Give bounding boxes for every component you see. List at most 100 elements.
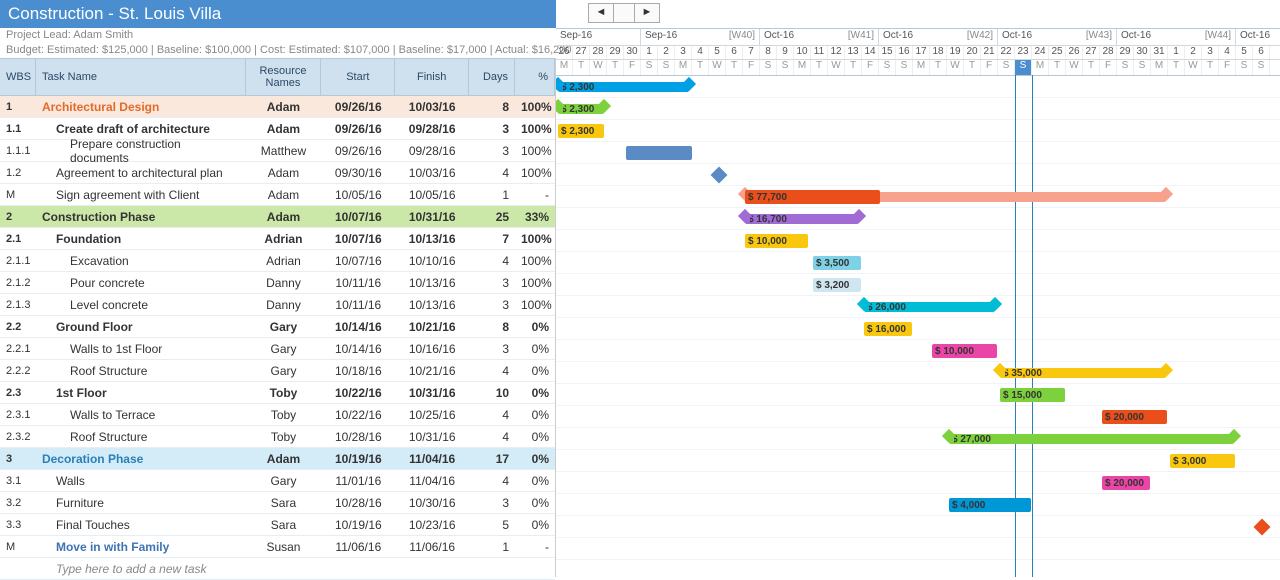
table-row[interactable]: MSign agreement with ClientAdam10/05/161… [0, 184, 555, 206]
table-row[interactable]: 3Decoration PhaseAdam10/19/1611/04/16170… [0, 448, 555, 470]
day-number: 6 [1253, 46, 1270, 59]
gantt-bar[interactable]: $ 2,300 [558, 124, 604, 138]
pager-next[interactable]: ► [635, 4, 659, 22]
gantt-bar[interactable]: $ 4,000 [949, 498, 1031, 512]
day-number: 30 [624, 46, 641, 59]
project-lead: Project Lead: Adam Smith [6, 29, 133, 41]
day-of-week: S [998, 60, 1015, 75]
day-of-week: S [1134, 60, 1151, 75]
table-row[interactable]: 1.1.1Prepare construction documentsMatth… [0, 140, 555, 162]
day-number: 8 [760, 46, 777, 59]
day-of-week: W [947, 60, 964, 75]
gantt-bar[interactable]: $ 20,000 [1102, 476, 1150, 490]
gantt-bar[interactable]: $ 16,000 [864, 322, 912, 336]
day-number: 16 [896, 46, 913, 59]
table-row[interactable]: 3.1WallsGary11/01/1611/04/1640% [0, 470, 555, 492]
day-number: 2 [1185, 46, 1202, 59]
week-header: Oct-16[W42] [879, 29, 998, 45]
week-header: Sep-16 [556, 29, 641, 45]
day-of-week: S [777, 60, 794, 75]
col-start[interactable]: Start [321, 59, 395, 95]
gantt-bar[interactable]: $ 15,000 [1000, 388, 1065, 402]
table-row[interactable]: 2.2.2Roof StructureGary10/18/1610/21/164… [0, 360, 555, 382]
day-of-week: S [1117, 60, 1134, 75]
day-of-week: T [726, 60, 743, 75]
col-pct[interactable]: % [515, 59, 555, 95]
timeline-pager: ◄ ► [588, 3, 660, 23]
day-number: 12 [828, 46, 845, 59]
day-number: 14 [862, 46, 879, 59]
table-row[interactable]: 1.2Agreement to architectural planAdam09… [0, 162, 555, 184]
day-number: 4 [692, 46, 709, 59]
day-number: 3 [1202, 46, 1219, 59]
day-number: 21 [981, 46, 998, 59]
col-wbs[interactable]: WBS [0, 59, 36, 95]
gantt-bar[interactable]: $ 3,200 [813, 278, 861, 292]
table-row[interactable]: 2.1.3Level concreteDanny10/11/1610/13/16… [0, 294, 555, 316]
gantt-bar[interactable]: $ 26,000 [864, 302, 995, 312]
day-number: 24 [1032, 46, 1049, 59]
day-number: 17 [913, 46, 930, 59]
gantt-bar[interactable]: $ 20,000 [1102, 410, 1167, 424]
gantt-bar[interactable]: $ 77,700 [745, 190, 880, 204]
gantt-bar[interactable]: $ 3,500 [813, 256, 861, 270]
day-of-week: T [1202, 60, 1219, 75]
col-res[interactable]: Resource Names [246, 59, 322, 95]
gantt-bar[interactable]: $ 2,300 [558, 104, 604, 114]
day-of-week: M [675, 60, 692, 75]
day-of-week: F [624, 60, 641, 75]
day-of-week: T [1049, 60, 1066, 75]
table-row[interactable]: 3.2FurnitureSara10/28/1610/30/1630% [0, 492, 555, 514]
day-number: 25 [1049, 46, 1066, 59]
day-number: 27 [573, 46, 590, 59]
table-row[interactable]: 2.1.2Pour concreteDanny10/11/1610/13/163… [0, 272, 555, 294]
pager-prev[interactable]: ◄ [589, 4, 613, 22]
col-days[interactable]: Days [469, 59, 515, 95]
day-of-week: S [1015, 60, 1032, 75]
gantt-bar[interactable]: $ 3,000 [1170, 454, 1235, 468]
gantt-bar[interactable] [626, 146, 692, 160]
day-of-week: S [641, 60, 658, 75]
table-row[interactable]: 2.1.1ExcavationAdrian10/07/1610/10/16410… [0, 250, 555, 272]
table-row[interactable]: 2.2.1Walls to 1st FloorGary10/14/1610/16… [0, 338, 555, 360]
day-of-week: F [743, 60, 760, 75]
day-of-week: S [1236, 60, 1253, 75]
gantt-bar[interactable]: $ 2,300 [558, 82, 689, 92]
day-of-week: S [896, 60, 913, 75]
col-finish[interactable]: Finish [395, 59, 469, 95]
day-of-week: W [590, 60, 607, 75]
column-header-row: WBS Task Name Resource Names Start Finis… [0, 58, 555, 96]
gantt-bar[interactable]: $ 10,000 [745, 234, 808, 248]
day-number: 3 [675, 46, 692, 59]
gantt-bar[interactable]: $ 16,700 [745, 214, 859, 224]
day-number: 10 [794, 46, 811, 59]
day-number: 26 [556, 46, 573, 59]
col-task[interactable]: Task Name [36, 59, 246, 95]
day-number: 15 [879, 46, 896, 59]
day-of-week: S [658, 60, 675, 75]
week-header: Oct-16[W41] [760, 29, 879, 45]
day-number: 1 [1168, 46, 1185, 59]
day-number: 20 [964, 46, 981, 59]
day-of-week: W [828, 60, 845, 75]
day-of-week: F [862, 60, 879, 75]
table-row[interactable]: MMove in with FamilySusan11/06/1611/06/1… [0, 536, 555, 558]
table-row[interactable]: 1Architectural DesignAdam09/26/1610/03/1… [0, 96, 555, 118]
gantt-bar[interactable]: $ 35,000 [1000, 368, 1166, 378]
day-number: 31 [1151, 46, 1168, 59]
day-of-week: T [573, 60, 590, 75]
week-header: Oct-16[W45] [1236, 29, 1280, 45]
pager-today[interactable] [613, 4, 635, 22]
table-row[interactable]: 3.3Final TouchesSara10/19/1610/23/1650% [0, 514, 555, 536]
day-number: 30 [1134, 46, 1151, 59]
table-row[interactable]: 2.3.2Roof StructureToby10/28/1610/31/164… [0, 426, 555, 448]
gantt-bar[interactable]: $ 10,000 [932, 344, 997, 358]
table-row[interactable]: 2.2Ground FloorGary10/14/1610/21/1680% [0, 316, 555, 338]
day-of-week: M [913, 60, 930, 75]
table-row[interactable]: 2.1FoundationAdrian10/07/1610/13/167100% [0, 228, 555, 250]
day-number: 29 [607, 46, 624, 59]
table-row[interactable]: 2.3.1Walls to TerraceToby10/22/1610/25/1… [0, 404, 555, 426]
table-row[interactable]: 2Construction PhaseAdam10/07/1610/31/162… [0, 206, 555, 228]
table-row[interactable]: 2.31st FloorToby10/22/1610/31/16100% [0, 382, 555, 404]
gantt-bar[interactable]: $ 27,000 [949, 434, 1234, 444]
